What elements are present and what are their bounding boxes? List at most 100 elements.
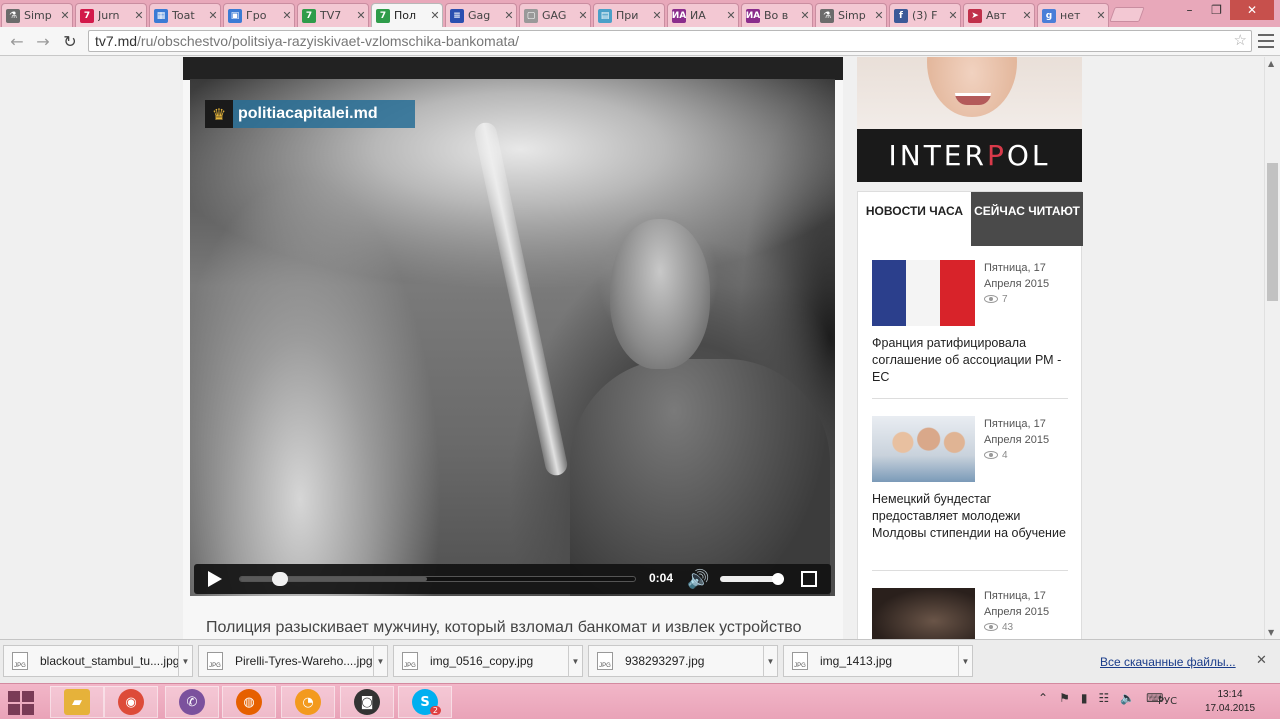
tab-now-reading[interactable]: СЕЙЧАС ЧИТАЮТ (971, 192, 1083, 246)
browser-tab-strip: – ❐ ✕ ⚗ Simp ✕ 7 Jurn ✕ ▦ Toat ✕ ▣ Гро ✕ 7 TV7 ✕ 7 Пол ✕ ≡… (0, 0, 1280, 27)
news-widget: НОВОСТИ ЧАСА СЕЙЧАС ЧИТАЮТ Пятница, 17 А… (857, 191, 1083, 639)
download-menu-icon[interactable]: ▼ (178, 645, 192, 677)
browser-tab[interactable]: ▦ Toat ✕ (149, 3, 221, 27)
taskbar-app-ucweb[interactable]: ◔ (281, 686, 335, 718)
windows-start-icon[interactable] (8, 691, 34, 715)
close-tab-icon[interactable]: ✕ (724, 9, 738, 22)
image-file-icon: JPG (792, 652, 808, 670)
close-tab-icon[interactable]: ✕ (576, 9, 590, 22)
tab-news-hour[interactable]: НОВОСТИ ЧАСА (858, 192, 971, 246)
browser-tab[interactable]: ИА ИА ✕ (667, 3, 739, 27)
clock-time: 13:14 (1217, 689, 1243, 700)
news-thumbnail[interactable] (872, 416, 975, 482)
minimize-button[interactable]: – (1176, 0, 1203, 20)
tab-label: Toat (172, 9, 195, 22)
browser-menu-icon[interactable] (1258, 32, 1274, 50)
close-tab-icon[interactable]: ✕ (1094, 9, 1108, 22)
new-tab-button[interactable] (1109, 7, 1145, 22)
video-player[interactable]: ♛ politiacapitalei.md (190, 79, 835, 596)
taskbar-app-explorer[interactable]: ▰ (50, 686, 104, 718)
download-menu-icon[interactable]: ▼ (763, 645, 777, 677)
download-item[interactable]: JPG blackout_stambul_tu....jpg ▼ (3, 645, 193, 677)
download-item[interactable]: JPG Pirelli-Tyres-Wareho....jpg ▼ (198, 645, 388, 677)
folder-icon: ▰ (64, 689, 90, 715)
forward-icon[interactable]: → (32, 31, 54, 51)
browser-tab[interactable]: 7 Jurn ✕ (75, 3, 147, 27)
power-icon[interactable]: ▮ (1081, 691, 1088, 705)
taskbar-app-viber[interactable]: ✆ (165, 686, 219, 718)
close-downloads-icon[interactable]: ✕ (1256, 653, 1267, 668)
download-filename: blackout_stambul_tu....jpg (40, 654, 178, 668)
video-watermark: ♛ politiacapitalei.md (205, 100, 415, 128)
maximize-button[interactable]: ❐ (1203, 0, 1230, 20)
fullscreen-icon[interactable] (801, 571, 817, 587)
browser-tab[interactable]: ⚗ Simp ✕ (815, 3, 887, 27)
browser-tab[interactable]: ▣ Гро ✕ (223, 3, 295, 27)
download-item[interactable]: JPG 938293297.jpg ▼ (588, 645, 778, 677)
scroll-thumb[interactable] (1267, 163, 1278, 301)
close-tab-icon[interactable]: ✕ (872, 9, 886, 22)
all-downloads-link[interactable]: Все скачанные файлы... (1100, 655, 1236, 669)
volume-slider[interactable] (720, 573, 784, 585)
network-icon[interactable]: ☷ (1098, 691, 1109, 705)
language-indicator[interactable]: РУС (1158, 696, 1177, 707)
page-scrollbar[interactable]: ▲ ▼ (1264, 57, 1280, 639)
reload-icon[interactable]: ↻ (59, 31, 81, 51)
browser-tab[interactable]: ИА Во в ✕ (741, 3, 813, 27)
browser-tab[interactable]: 7 Пол ✕ (371, 3, 443, 27)
taskbar-app-skype[interactable]: S2 (398, 686, 452, 718)
browser-tab[interactable]: ➤ Авт ✕ (963, 3, 1035, 27)
download-item[interactable]: JPG img_0516_copy.jpg ▼ (393, 645, 583, 677)
download-menu-icon[interactable]: ▼ (958, 645, 972, 677)
volume-knob[interactable] (771, 573, 784, 585)
video-time: 0:04 (649, 571, 674, 585)
close-tab-icon[interactable]: ✕ (650, 9, 664, 22)
close-tab-icon[interactable]: ✕ (58, 9, 72, 22)
bookmark-star-icon[interactable]: ☆ (1234, 31, 1247, 51)
toate-icon: ▦ (154, 8, 168, 23)
close-tab-icon[interactable]: ✕ (132, 9, 146, 22)
taskbar-app-firefox[interactable]: ◍ (222, 686, 276, 718)
close-tab-icon[interactable]: ✕ (280, 9, 294, 22)
download-menu-icon[interactable]: ▼ (373, 645, 387, 677)
flag-icon[interactable]: ⚑ (1059, 691, 1070, 705)
close-tab-icon[interactable]: ✕ (502, 9, 516, 22)
scroll-down-icon[interactable]: ▼ (1268, 628, 1274, 637)
browser-tab[interactable]: g нет ✕ (1037, 3, 1109, 27)
show-hidden-icons-icon[interactable]: ⌃ (1038, 691, 1048, 705)
video-progress-bar[interactable] (239, 572, 636, 586)
browser-tab[interactable]: ▤ При ✕ (593, 3, 665, 27)
scroll-up-icon[interactable]: ▲ (1268, 59, 1274, 68)
speaker-icon[interactable]: 🔈 (1120, 691, 1135, 705)
download-menu-icon[interactable]: ▼ (568, 645, 582, 677)
browser-tab[interactable]: 7 TV7 ✕ (297, 3, 369, 27)
news-title[interactable]: Франция ратифицировала соглашение об асс… (872, 335, 1068, 386)
address-bar[interactable]: tv7.md/ru/obschestvo/politsiya-razyiskiv… (88, 30, 1252, 52)
news-thumbnail[interactable] (872, 588, 975, 639)
close-tab-icon[interactable]: ✕ (428, 9, 442, 22)
close-window-button[interactable]: ✕ (1230, 0, 1274, 20)
play-icon[interactable] (208, 571, 222, 587)
volume-icon[interactable]: 🔊 (687, 569, 709, 590)
download-item[interactable]: JPG img_1413.jpg ▼ (783, 645, 973, 677)
browser-tab[interactable]: ▢ GAG ✕ (519, 3, 591, 27)
taskbar-app-camera[interactable]: ◙ (340, 686, 394, 718)
browser-tab[interactable]: ⚗ Simp ✕ (1, 3, 73, 27)
close-tab-icon[interactable]: ✕ (354, 9, 368, 22)
news-thumbnail[interactable] (872, 260, 975, 326)
close-tab-icon[interactable]: ✕ (1020, 9, 1034, 22)
bird-icon: ➤ (968, 8, 982, 23)
system-clock[interactable]: 13:14 17.04.2015 (1198, 688, 1262, 716)
ad-logo-part: INTER (888, 139, 987, 172)
progress-knob[interactable] (271, 572, 288, 586)
back-icon[interactable]: ← (6, 31, 28, 51)
browser-tab[interactable]: ≡ Gag ✕ (445, 3, 517, 27)
tab-label: Gag (468, 9, 491, 22)
news-title[interactable]: Немецкий бундестаг предоставляет молодеж… (872, 491, 1068, 542)
close-tab-icon[interactable]: ✕ (798, 9, 812, 22)
close-tab-icon[interactable]: ✕ (206, 9, 220, 22)
close-tab-icon[interactable]: ✕ (946, 9, 960, 22)
interpol-ad-banner[interactable]: INTER P O L (857, 57, 1082, 182)
browser-tab[interactable]: f (3) F ✕ (889, 3, 961, 27)
taskbar-app-chrome[interactable]: ◉ (104, 686, 158, 718)
